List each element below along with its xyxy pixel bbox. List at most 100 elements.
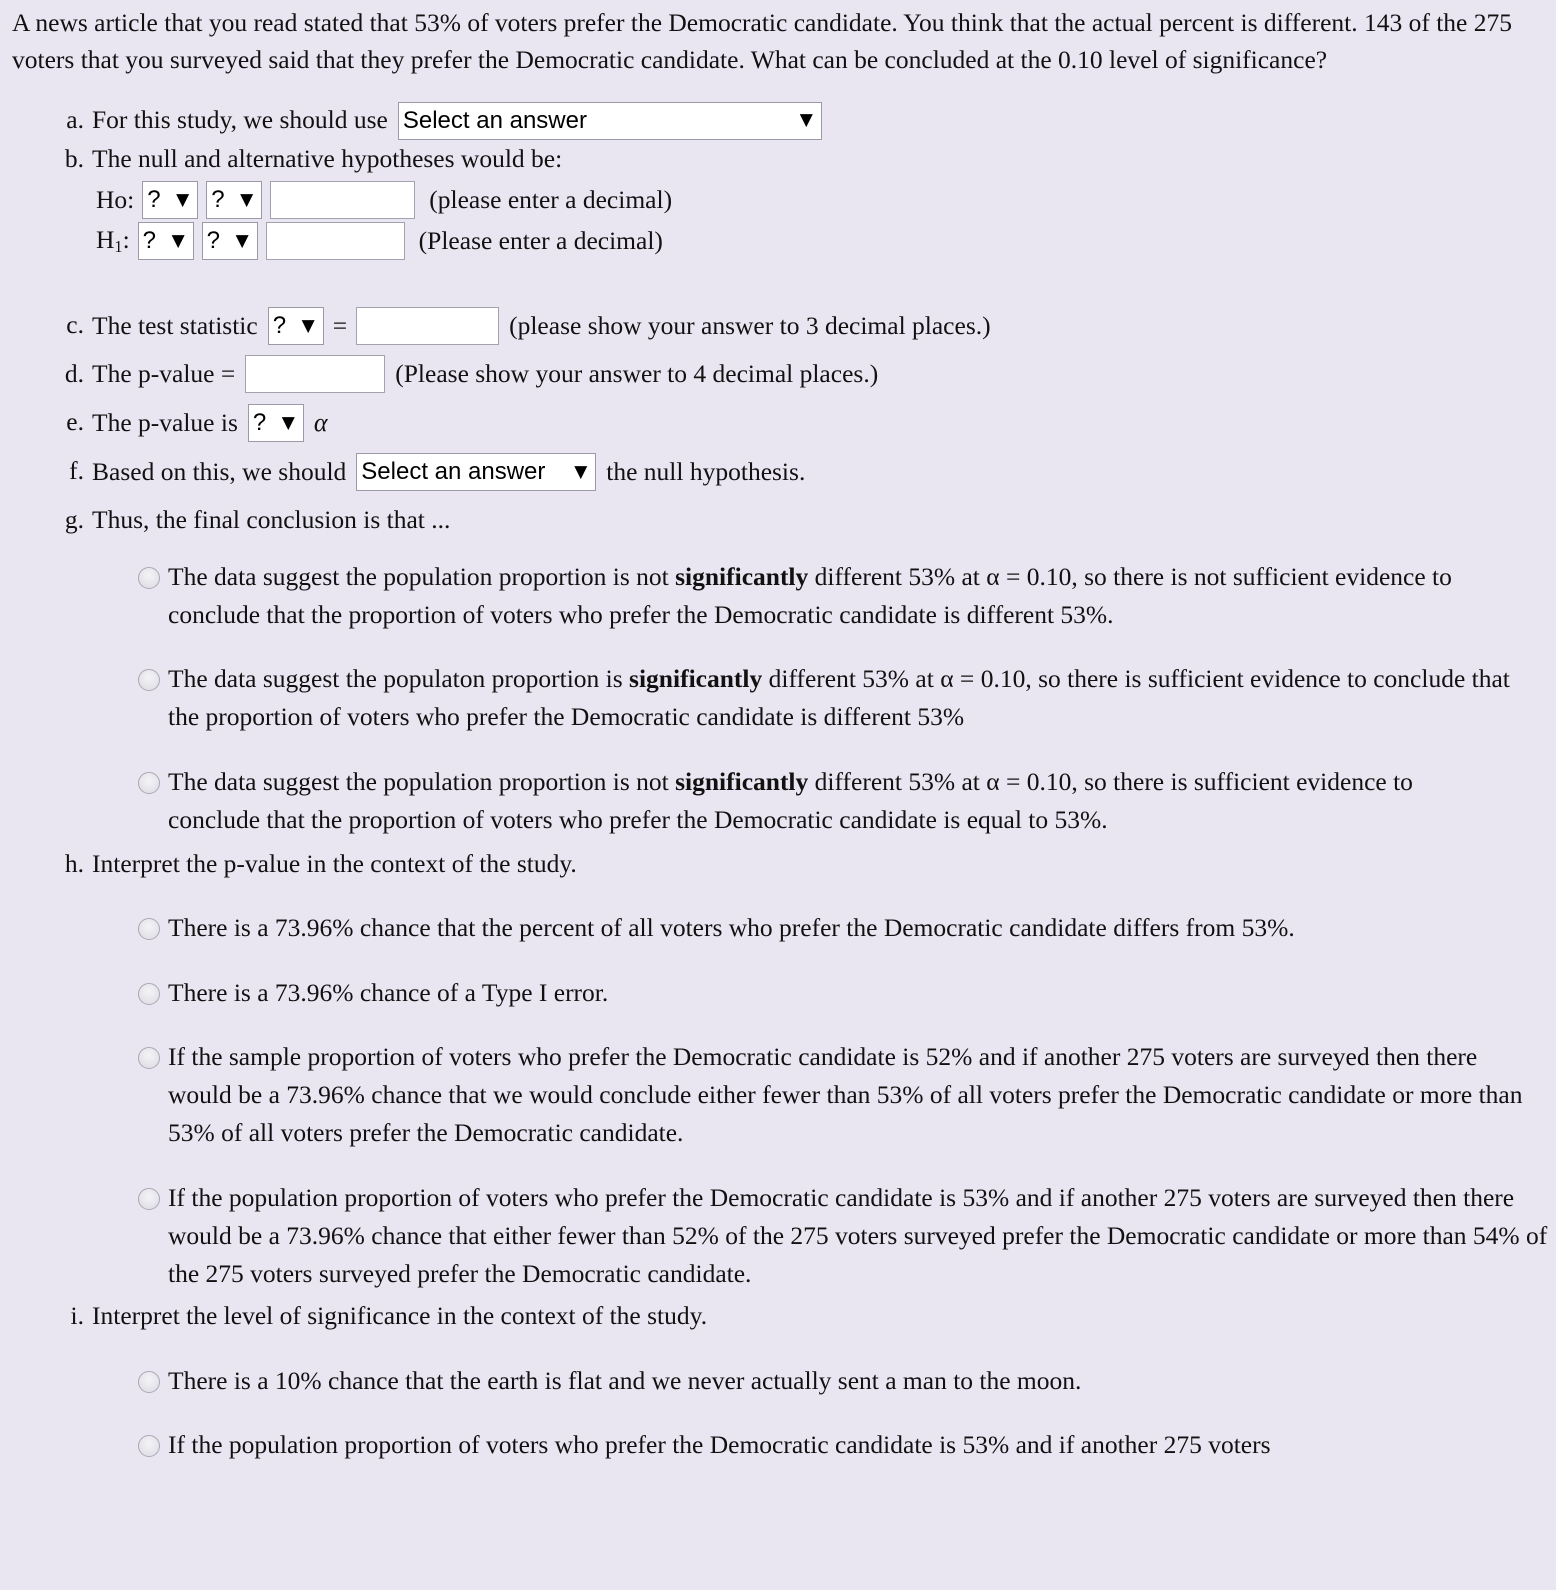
- radio-button-icon[interactable]: [138, 1046, 160, 1069]
- part-c: c. The test statistic ? ▼ = (please show…: [0, 306, 1556, 346]
- part-c-note: (please show your answer to 3 decimal pl…: [509, 310, 991, 340]
- test-statistic-input[interactable]: [356, 306, 500, 345]
- part-e-label: The p-value is: [92, 407, 238, 437]
- radio-option-i2-label: If the population proportion of voters w…: [168, 1429, 1271, 1459]
- radio-option-g1-label: The data suggest the population proporti…: [168, 558, 1494, 635]
- radio-button-icon[interactable]: [138, 566, 160, 589]
- alt-hypothesis-label: H1:: [96, 221, 130, 260]
- part-h-letter: h.: [64, 849, 84, 879]
- part-h-label: Interpret the p-value in the context of …: [92, 849, 577, 879]
- radio-option-h4[interactable]: If the population proportion of voters w…: [0, 1179, 1556, 1294]
- study-type-select[interactable]: Select an answer: [397, 101, 822, 140]
- radio-button-icon[interactable]: [138, 669, 160, 692]
- part-f-suffix: the null hypothesis.: [606, 456, 806, 486]
- radio-button-icon[interactable]: [138, 982, 160, 1005]
- part-c-letter: c.: [66, 310, 84, 340]
- part-c-body: The test statistic ? ▼ = (please show yo…: [92, 306, 991, 346]
- p-value-compare-select[interactable]: ?: [247, 404, 304, 443]
- seg-bold: significantly: [675, 766, 809, 796]
- radio-option-g2[interactable]: The data suggest the populaton proportio…: [0, 660, 1556, 737]
- test-statistic-select-wrap[interactable]: ? ▼: [267, 306, 324, 346]
- part-a: a. For this study, we should use Select …: [0, 101, 1556, 140]
- decision-select-wrap[interactable]: Select an answer ▼: [356, 452, 597, 492]
- test-statistic-select[interactable]: ?: [267, 307, 324, 346]
- radio-button-icon[interactable]: [138, 1434, 160, 1457]
- radio-option-h1-label: There is a 73.96% chance that the percen…: [168, 913, 1295, 943]
- part-i-label: Interpret the level of significance in t…: [92, 1301, 708, 1331]
- part-d-note: (Please show your answer to 4 decimal pl…: [395, 359, 879, 389]
- alt-hypothesis-label-colon: :: [122, 225, 130, 255]
- seg: The data suggest the population proporti…: [168, 561, 676, 591]
- part-d: d. The p-value = (Please show your answe…: [0, 355, 1556, 394]
- ho-operator-select-wrap[interactable]: ? ▼: [206, 180, 263, 220]
- radio-option-h2-label: There is a 73.96% chance of a Type I err…: [168, 977, 609, 1007]
- parts-list: a. For this study, we should use Select …: [0, 101, 1556, 1464]
- p-value-input[interactable]: [245, 355, 386, 394]
- h1-value-input[interactable]: [265, 221, 405, 260]
- radio-option-g1[interactable]: The data suggest the population proporti…: [0, 558, 1556, 635]
- part-d-letter: d.: [64, 359, 84, 389]
- part-d-label: The p-value =: [92, 359, 236, 389]
- seg: The data suggest the population proporti…: [168, 766, 676, 796]
- ho-operator-select[interactable]: ?: [206, 181, 263, 220]
- radio-option-g3[interactable]: The data suggest the population proporti…: [0, 763, 1556, 840]
- part-f-body: Based on this, we should Select an answe…: [92, 452, 806, 492]
- part-a-letter: a.: [66, 104, 84, 134]
- study-type-select-wrap[interactable]: Select an answer ▼: [397, 101, 822, 140]
- radio-option-i1-label: There is a 10% chance that the earth is …: [168, 1365, 1082, 1395]
- alt-hypothesis-row: H1: ? ▼ ? ▼ (Please enter a decimal): [0, 221, 1556, 261]
- part-h-options: There is a 73.96% chance that the percen…: [0, 909, 1556, 1293]
- part-g-letter: g.: [64, 505, 84, 535]
- part-i-options: There is a 10% chance that the earth is …: [0, 1362, 1556, 1465]
- part-b: b. The null and alternative hypotheses w…: [0, 140, 1556, 178]
- alt-hypothesis-label-sub: 1: [114, 237, 123, 257]
- alt-hypothesis-label-main: H: [96, 225, 115, 255]
- h1-operator-select-wrap[interactable]: ? ▼: [201, 221, 258, 261]
- seg-bold: significantly: [629, 664, 763, 694]
- part-h: h. Interpret the p-value in the context …: [0, 845, 1556, 883]
- part-c-label: The test statistic: [92, 310, 258, 340]
- ho-param-select-wrap[interactable]: ? ▼: [142, 180, 199, 220]
- radio-option-h4-label: If the population proportion of voters w…: [168, 1182, 1548, 1289]
- part-e-letter: e.: [66, 407, 84, 437]
- decision-select[interactable]: Select an answer: [356, 453, 597, 492]
- part-i-letter: i.: [70, 1301, 84, 1331]
- radio-option-h3-label: If the sample proportion of voters who p…: [168, 1041, 1523, 1148]
- part-f-letter: f.: [69, 456, 84, 486]
- h1-param-select[interactable]: ?: [137, 222, 194, 261]
- equals-sign: =: [332, 310, 348, 340]
- part-b-letter: b.: [64, 143, 84, 173]
- radio-button-icon[interactable]: [138, 771, 160, 794]
- p-value-compare-select-wrap[interactable]: ? ▼: [247, 403, 304, 443]
- radio-button-icon[interactable]: [138, 918, 160, 941]
- seg-bold: significantly: [675, 561, 809, 591]
- radio-option-i1[interactable]: There is a 10% chance that the earth is …: [0, 1362, 1556, 1400]
- seg: The data suggest the populaton proportio…: [168, 664, 630, 694]
- radio-option-g2-label: The data suggest the populaton proportio…: [168, 660, 1546, 737]
- h1-param-select-wrap[interactable]: ? ▼: [137, 221, 194, 261]
- radio-button-icon[interactable]: [138, 1370, 160, 1393]
- null-hypothesis-label: Ho:: [96, 184, 135, 214]
- part-g-label: Thus, the final conclusion is that ...: [92, 505, 451, 535]
- problem-statement: A news article that you read stated that…: [12, 8, 1512, 75]
- radio-option-h3[interactable]: If the sample proportion of voters who p…: [0, 1038, 1556, 1153]
- ho-note: (please enter a decimal): [429, 184, 673, 214]
- part-a-label: For this study, we should use: [92, 105, 388, 135]
- part-f: f. Based on this, we should Select an an…: [0, 452, 1556, 492]
- radio-option-h2[interactable]: There is a 73.96% chance of a Type I err…: [0, 974, 1556, 1012]
- ho-value-input[interactable]: [270, 180, 416, 219]
- part-f-label: Based on this, we should: [92, 456, 347, 486]
- part-d-body: The p-value = (Please show your answer t…: [92, 355, 879, 394]
- part-g: g. Thus, the final conclusion is that ..…: [0, 501, 1556, 539]
- radio-option-i2[interactable]: If the population proportion of voters w…: [0, 1426, 1556, 1464]
- part-e-body: The p-value is ? ▼ α: [92, 403, 328, 443]
- part-e: e. The p-value is ? ▼ α: [0, 403, 1556, 443]
- radio-option-h1[interactable]: There is a 73.96% chance that the percen…: [0, 909, 1556, 947]
- alpha-symbol: α: [313, 408, 328, 438]
- part-b-label: The null and alternative hypotheses woul…: [92, 143, 563, 173]
- ho-param-select[interactable]: ?: [142, 181, 199, 220]
- h1-operator-select[interactable]: ?: [201, 222, 258, 261]
- part-a-body: For this study, we should use Select an …: [92, 101, 822, 140]
- quiz-page: A news article that you read stated that…: [0, 0, 1556, 1590]
- radio-button-icon[interactable]: [138, 1187, 160, 1210]
